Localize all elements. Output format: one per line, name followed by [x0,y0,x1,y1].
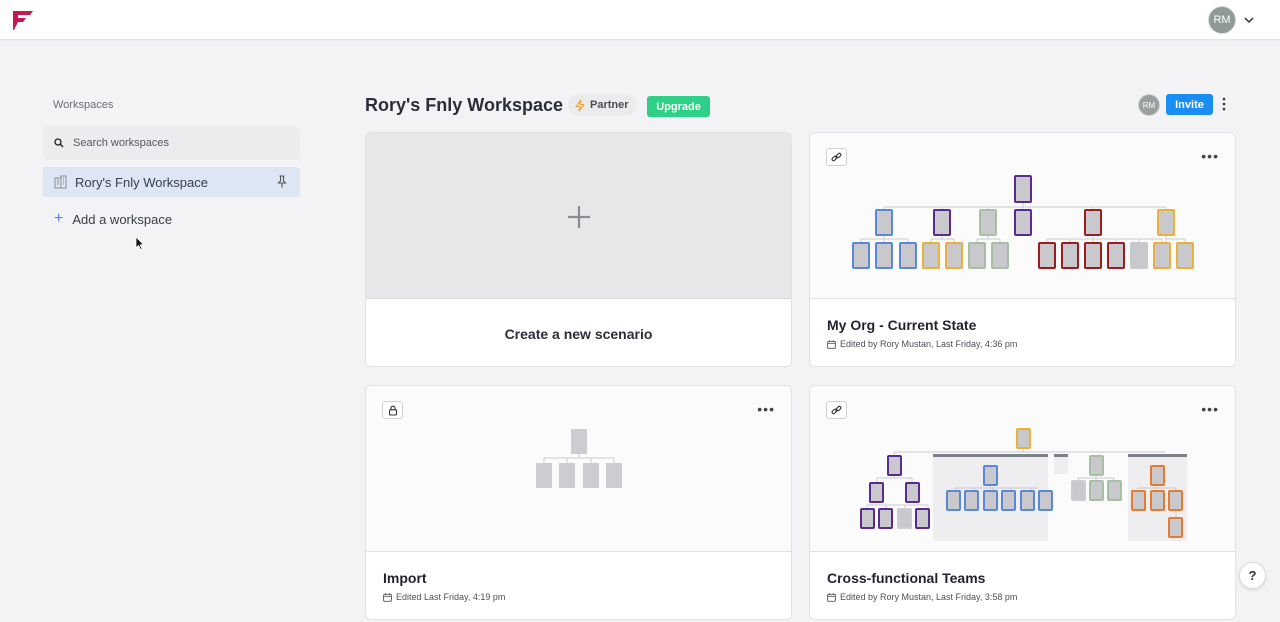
member-avatar[interactable]: RM [1138,94,1160,116]
scenario-subtitle: Edited Last Friday, 4:19 pm [396,592,506,602]
chevron-down-icon[interactable] [1242,13,1256,27]
sidebar: Workspaces Rory's Fnly Workspace + Add a… [43,99,300,234]
create-scenario-preview[interactable] [366,133,791,299]
scenario-subtitle: Edited by Rory Mustan, Last Friday, 4:36… [840,339,1018,349]
search-box[interactable] [43,126,300,160]
partner-label: Partner [590,99,629,111]
page-title: Rory's Fnly Workspace [365,95,564,115]
add-workspace-button[interactable]: + Add a workspace [43,204,300,234]
calendar-icon [827,339,836,349]
scenario-edited-info: Edited by Rory Mustan, Last Friday, 4:36… [827,339,1017,349]
org-chart-thumbnail [860,428,1187,541]
card-meta: Import Edited Last Friday, 4:19 pm [366,552,791,619]
scenario-card[interactable]: ••• [809,132,1236,367]
upgrade-button[interactable]: Upgrade [647,96,710,117]
pin-icon[interactable] [277,175,287,188]
org-chart-thumbnail [852,175,1194,269]
org-chart-thumbnail [536,429,622,488]
scenario-card[interactable]: ••• Import Edited Last Friday, 4:19 pm [365,385,792,620]
more-vertical-icon[interactable] [1222,97,1226,111]
mouse-cursor-icon [135,236,145,251]
scenario-title[interactable]: My Org - Current State [827,317,976,333]
user-avatar[interactable]: RM [1208,6,1236,34]
plus-icon [568,206,590,228]
create-scenario-label: Create a new scenario [504,325,653,342]
scenario-preview[interactable]: ••• [366,386,791,552]
scenario-preview[interactable]: ••• [810,133,1235,299]
scenario-edited-info: Edited by Rory Mustan, Last Friday, 3:58… [827,592,1017,602]
scenario-edited-info: Edited Last Friday, 4:19 pm [383,592,505,602]
scenario-title[interactable]: Import [383,570,427,586]
card-meta: My Org - Current State Edited by Rory Mu… [810,299,1235,366]
scenario-card[interactable]: ••• [809,385,1236,620]
lightning-icon [575,98,585,112]
user-menu[interactable]: RM [1208,6,1256,34]
add-workspace-label: Add a workspace [72,211,173,227]
help-button[interactable]: ? [1239,562,1266,589]
partner-badge: Partner [568,94,637,116]
card-meta: Cross-functional Teams Edited by Rory Mu… [810,552,1235,619]
fnly-logo[interactable] [12,9,34,31]
card-meta: Create a new scenario [366,299,791,366]
sidebar-item-rorys-workspace[interactable]: Rory's Fnly Workspace [43,167,300,197]
calendar-icon [383,592,392,602]
scenario-subtitle: Edited by Rory Mustan, Last Friday, 3:58… [840,592,1018,602]
top-bar: RM [0,0,1280,40]
create-scenario-card[interactable]: Create a new scenario [365,132,792,367]
search-icon [54,138,64,148]
sidebar-title: Workspaces [53,99,114,111]
invite-button[interactable]: Invite [1166,94,1213,115]
calendar-icon [827,592,836,602]
scenario-preview[interactable]: ••• [810,386,1235,552]
search-input[interactable] [73,137,273,149]
plus-icon: + [54,210,64,227]
scenario-title[interactable]: Cross-functional Teams [827,570,985,586]
building-icon [54,175,67,189]
workspace-label: Rory's Fnly Workspace [75,174,208,190]
workspace-header: Rory's Fnly Workspace Partner Upgrade RM… [365,94,1237,118]
